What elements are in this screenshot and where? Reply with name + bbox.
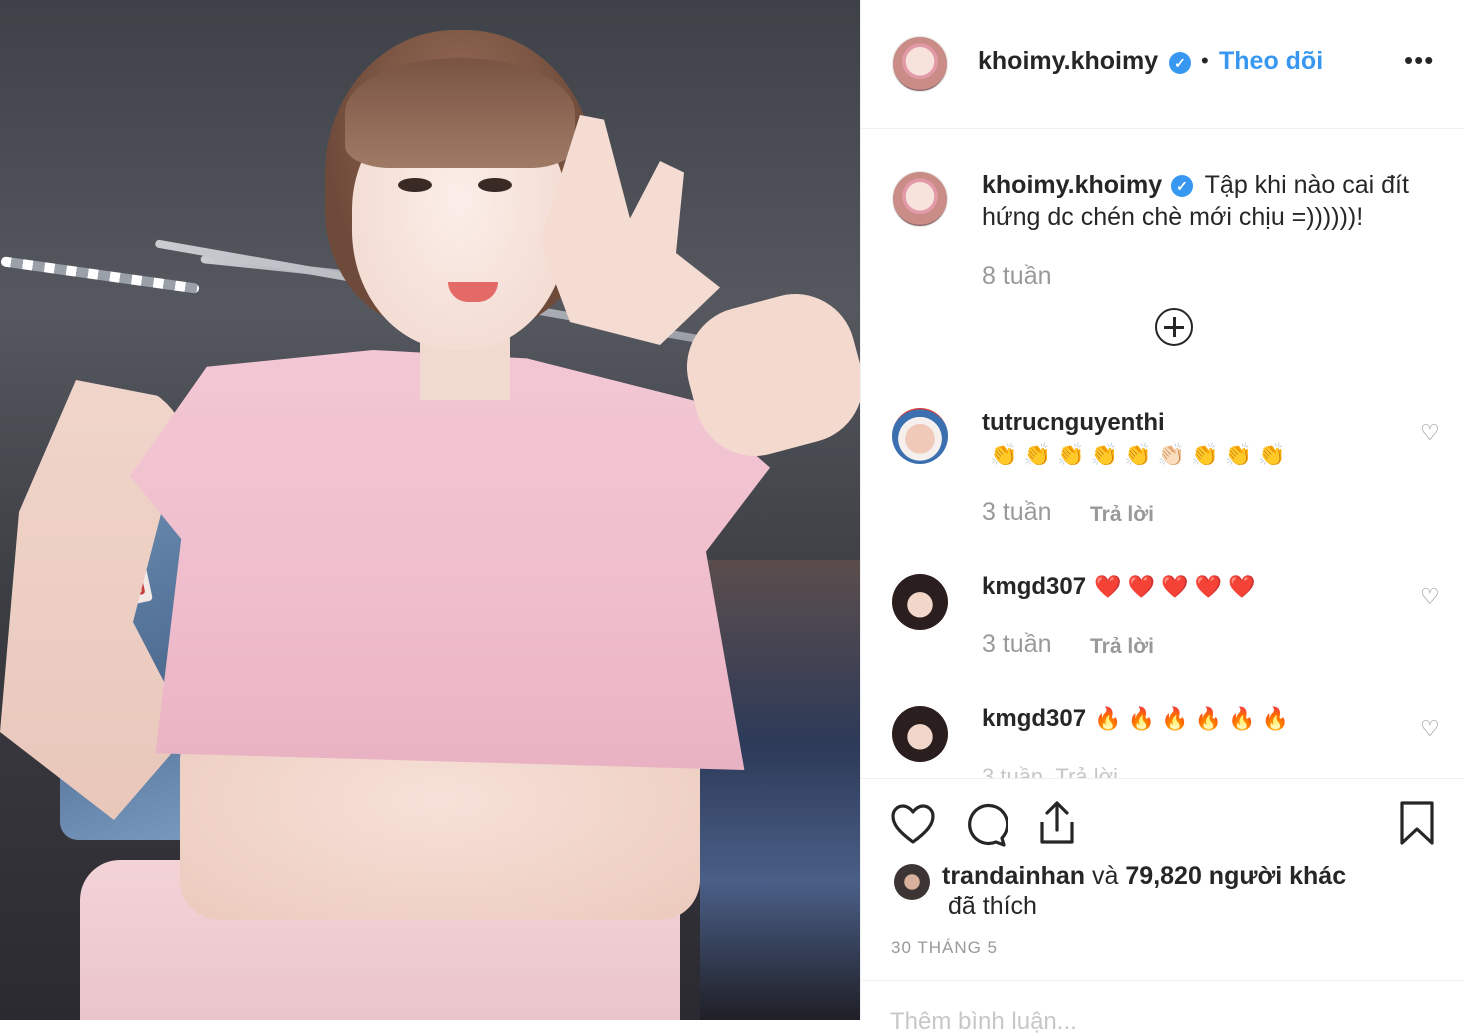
share-icon[interactable]: [1036, 800, 1078, 846]
load-more-comments-add-icon[interactable]: [1155, 308, 1193, 346]
comment-time[interactable]: 3 tuần: [982, 630, 1052, 659]
comment-username[interactable]: kmgd307: [982, 705, 1086, 732]
comment-text: 👏 👏 👏 👏 👏 👏🏻 👏 👏 👏: [990, 442, 1286, 467]
footer-divider: [861, 980, 1464, 981]
likes-summary: trandainhan và 79,820 người khác: [942, 860, 1346, 892]
heart-icon[interactable]: [890, 803, 936, 845]
post-date[interactable]: 30 THÁNG 5: [891, 938, 998, 958]
caption-username[interactable]: khoimy.khoimy: [982, 171, 1162, 199]
author-avatar[interactable]: [892, 36, 948, 92]
more-options-icon[interactable]: •••: [1404, 45, 1434, 76]
caption-time[interactable]: 8 tuần: [982, 262, 1052, 291]
likes-count[interactable]: 79,820 người khác: [1125, 862, 1346, 890]
separator-dot: •: [1201, 48, 1209, 73]
bangs: [345, 58, 575, 168]
hanging-clothes: [700, 560, 860, 1020]
header-divider: [861, 128, 1464, 129]
clipped-comment-meta: 3 tuần Trả lời: [982, 764, 1118, 778]
comment-username[interactable]: kmgd307: [982, 573, 1086, 600]
comment-text: ❤️ ❤️ ❤️ ❤️ ❤️: [1094, 574, 1256, 599]
comment-text: 🔥 🔥 🔥 🔥 🔥 🔥: [1094, 706, 1289, 731]
like-comment-heart-icon[interactable]: ♡: [1420, 716, 1440, 742]
bookmark-icon[interactable]: [1398, 800, 1436, 846]
post-photo[interactable]: [0, 0, 860, 1020]
add-comment-input[interactable]: Thêm bình luận...: [890, 1008, 1077, 1036]
caption: khoimy.khoimy Tập khi nào cai đít hứng d…: [982, 169, 1432, 233]
verified-badge-icon: ✓: [1171, 175, 1193, 197]
comment-item: kmgd307 ❤️ ❤️ ❤️ ❤️ ❤️: [982, 571, 1402, 603]
comment-time[interactable]: 3 tuần: [982, 498, 1052, 527]
comments-divider: [861, 778, 1464, 779]
comment-username[interactable]: tutrucnguyenthi: [982, 409, 1165, 436]
eye: [478, 178, 512, 192]
caption-avatar[interactable]: [892, 171, 948, 227]
commenter-avatar[interactable]: [892, 706, 948, 762]
commenter-avatar[interactable]: [892, 574, 948, 630]
led-lights: [0, 256, 200, 294]
comment-item: kmgd307 🔥 🔥 🔥 🔥 🔥 🔥: [982, 703, 1402, 735]
author-username[interactable]: khoimy.khoimy: [978, 47, 1158, 76]
follow-button[interactable]: Theo dõi: [1219, 47, 1323, 76]
comment-item: tutrucnguyenthi 👏 👏 👏 👏 👏 👏🏻 👏 👏 👏: [982, 407, 1402, 471]
verified-badge-icon: ✓: [1169, 52, 1191, 74]
eye: [398, 178, 432, 192]
reply-button[interactable]: Trả lời: [1090, 635, 1154, 659]
reply-button[interactable]: Trả lời: [1090, 503, 1154, 527]
likes-and: và: [1092, 862, 1119, 890]
pink-crop-top: [130, 350, 770, 770]
commenter-avatar[interactable]: [892, 408, 948, 464]
liker-username[interactable]: trandainhan: [942, 862, 1085, 890]
liker-avatar[interactable]: [894, 864, 930, 900]
like-comment-heart-icon[interactable]: ♡: [1420, 584, 1440, 610]
likes-suffix: đã thích: [948, 892, 1037, 920]
like-comment-heart-icon[interactable]: ♡: [1420, 420, 1440, 446]
comment-icon[interactable]: [962, 802, 1008, 848]
